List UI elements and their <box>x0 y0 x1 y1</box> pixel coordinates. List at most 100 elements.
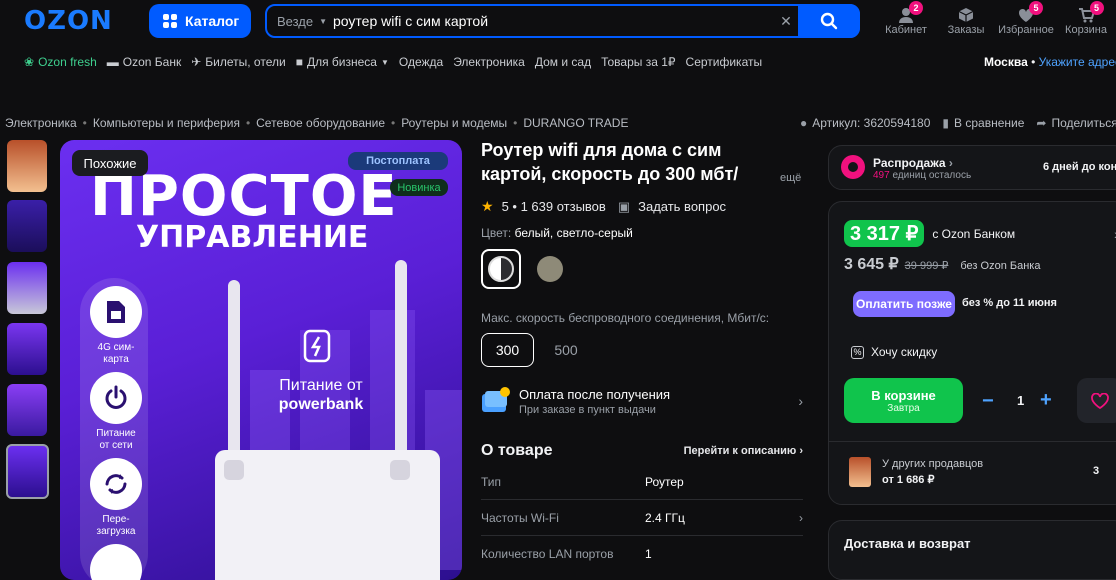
title-more-link[interactable]: ещё <box>780 172 801 184</box>
location[interactable]: Москва • Укажите адрес <box>984 55 1116 69</box>
spec-row: Количество LAN портов 1 <box>481 547 652 561</box>
breadcrumb-item[interactable]: Компьютеры и периферия <box>93 116 240 130</box>
gallery-thumb-active[interactable] <box>6 444 49 499</box>
breadcrumb-item[interactable]: Электроника <box>5 116 77 130</box>
gallery-thumb[interactable] <box>7 323 47 375</box>
other-sellers-price: от 1 686 ₽ <box>882 474 935 486</box>
nav-item-electronics[interactable]: Электроника <box>453 55 525 69</box>
qty-minus-button[interactable]: − <box>982 390 994 413</box>
favorites-label: Избранное <box>998 24 1054 36</box>
leaf-icon: ❀ <box>24 55 35 69</box>
in-cart-button[interactable]: В корзине Завтра <box>844 378 963 423</box>
header-favorites[interactable]: 5 Избранное <box>996 1 1056 36</box>
product-meta: ● Артикул: 3620594180 ▮ В сравнение ➦ Подел… <box>800 116 1116 130</box>
search-scope-select[interactable]: Везде ▼ <box>267 14 329 29</box>
pay-later-button[interactable]: Оплатить позже <box>853 291 955 317</box>
favorites-badge: 5 <box>1029 1 1043 15</box>
similar-chip[interactable]: Похожие <box>72 150 148 176</box>
chevron-down-icon: ▼ <box>319 16 328 26</box>
reboot-icon <box>105 474 127 494</box>
orders-label: Заказы <box>947 24 985 36</box>
price-without-card: 3 645 ₽ 39 999 ₽ без Ozon Банка <box>844 254 1040 274</box>
speed-option-500[interactable]: 500 <box>541 333 591 367</box>
price-with-card: 3 317 ₽ с Ozon Банком <box>844 220 1015 247</box>
qty-plus-button[interactable]: + <box>1040 389 1052 412</box>
search-button[interactable] <box>798 4 860 38</box>
article[interactable]: ● Артикул: 3620594180 <box>800 116 930 130</box>
city-name: Москва <box>984 55 1028 69</box>
nav-item-home[interactable]: Дом и сад <box>535 55 591 69</box>
other-seller-thumb <box>849 457 871 487</box>
spec-row: Тип Роутер <box>481 464 803 500</box>
feature-reboot: Пере-загрузка <box>88 458 144 538</box>
header-orders[interactable]: Заказы <box>936 6 996 36</box>
other-sellers-title: У других продавцов <box>882 458 984 470</box>
catalog-button[interactable]: Каталог <box>149 4 251 38</box>
top-nav: ❀ Ozon fresh ▬ Ozon Банк ✈ Билеты, отели ■ Д… <box>24 55 762 69</box>
nav-item-tickets[interactable]: ✈ Билеты, отели <box>191 55 285 69</box>
gallery-thumb[interactable] <box>7 200 47 252</box>
cabinet-badge: 2 <box>909 1 923 15</box>
discount-icon: % <box>851 345 864 359</box>
qty-value: 1 <box>1017 393 1025 408</box>
nav-item-ozon-fresh[interactable]: ❀ Ozon fresh <box>24 55 97 69</box>
sale-title: Распродажа › <box>873 156 953 170</box>
ozon-logo[interactable]: OZON <box>24 6 113 36</box>
sim-card-icon <box>107 301 125 323</box>
rating-row: ★ 5 • 1 639 отзывов ▣ Задать вопрос <box>481 198 726 215</box>
nav-item-one-ruble[interactable]: Товары за 1₽ <box>601 55 675 69</box>
nav-item-clothes[interactable]: Одежда <box>399 55 443 69</box>
sale-remaining: 497 единиц осталось <box>873 170 972 181</box>
postpay-info[interactable]: Оплата после получения При заказе в пункт… <box>481 386 803 416</box>
ask-question-link[interactable]: Задать вопрос <box>638 199 726 214</box>
search-scope-label: Везде <box>277 13 314 29</box>
delivery-card[interactable]: Доставка и возврат <box>828 520 1116 580</box>
rating-reviews[interactable]: 5 • 1 639 отзывов <box>502 199 606 214</box>
box-icon <box>958 8 974 22</box>
sale-card[interactable]: Распродажа › 497 единиц осталось 6 дней … <box>828 145 1116 190</box>
breadcrumb-item[interactable]: Сетевое оборудование <box>256 116 385 130</box>
price-old: 39 999 ₽ <box>904 260 949 272</box>
speed-option-300[interactable]: 300 <box>481 333 534 367</box>
feature-sim: 4G сим-карта <box>88 286 144 366</box>
address-link[interactable]: Укажите адрес <box>1039 55 1116 69</box>
header-cart[interactable]: 5 Корзина <box>1056 1 1116 36</box>
nav-item-certificates[interactable]: Сертификаты <box>686 55 763 69</box>
price-card-value: 3 317 ₽ <box>844 220 925 247</box>
price-value: 3 645 ₽ <box>844 256 899 273</box>
star-icon: ★ <box>481 198 494 214</box>
spec-row[interactable]: Частоты Wi-Fi 2.4 ГГц › <box>481 500 803 536</box>
header-cabinet[interactable]: 2 Кабинет <box>876 1 936 36</box>
cart-label: Корзина <box>1065 24 1107 36</box>
other-sellers-count[interactable]: 3 <box>1093 465 1099 477</box>
cart-badge: 5 <box>1089 1 1104 15</box>
gallery-thumb[interactable] <box>7 140 47 192</box>
nav-item-business[interactable]: ■ Для бизнеса ▼ <box>296 55 389 69</box>
breadcrumb-item[interactable]: DURANGO TRADE <box>523 116 628 130</box>
color-swatch-gray[interactable] <box>530 249 570 289</box>
breadcrumb-item[interactable]: Роутеры и модемы <box>401 116 507 130</box>
feature-more <box>88 544 144 580</box>
color-swatch-white-gray[interactable] <box>481 249 521 289</box>
chat-icon: ● <box>800 116 808 130</box>
gallery-thumb[interactable] <box>7 262 47 314</box>
want-discount[interactable]: % Хочу скидку <box>851 345 937 359</box>
chevron-right-icon: › <box>799 510 803 525</box>
plane-icon: ✈ <box>191 55 202 69</box>
compare-button[interactable]: ▮ В сравнение <box>942 116 1024 130</box>
search-input[interactable]: роутер wifi с сим картой <box>329 13 774 29</box>
nav-item-ozon-bank[interactable]: ▬ Ozon Банк <box>107 55 181 69</box>
favorite-button[interactable] <box>1077 378 1116 423</box>
clear-icon[interactable]: ✕ <box>774 13 798 30</box>
share-icon: ➦ <box>1036 116 1047 130</box>
product-main-image[interactable]: ПРОСТОЕ УПРАВЛЕНИЕ Похожие Постоплата Но… <box>60 140 462 580</box>
catalog-label: Каталог <box>185 13 240 29</box>
grid-icon <box>163 14 177 28</box>
new-badge: Новинка <box>390 179 448 196</box>
gallery-thumb[interactable] <box>7 384 47 436</box>
wallet-icon <box>482 387 510 412</box>
share-button[interactable]: ➦ Поделиться <box>1036 116 1116 130</box>
product-title: Роутер wifi для дома с сим картой, скоро… <box>481 140 739 185</box>
about-description-link[interactable]: Перейти к описанию › <box>684 445 803 457</box>
pay-later-text: без % до 11 июня <box>962 297 1057 309</box>
